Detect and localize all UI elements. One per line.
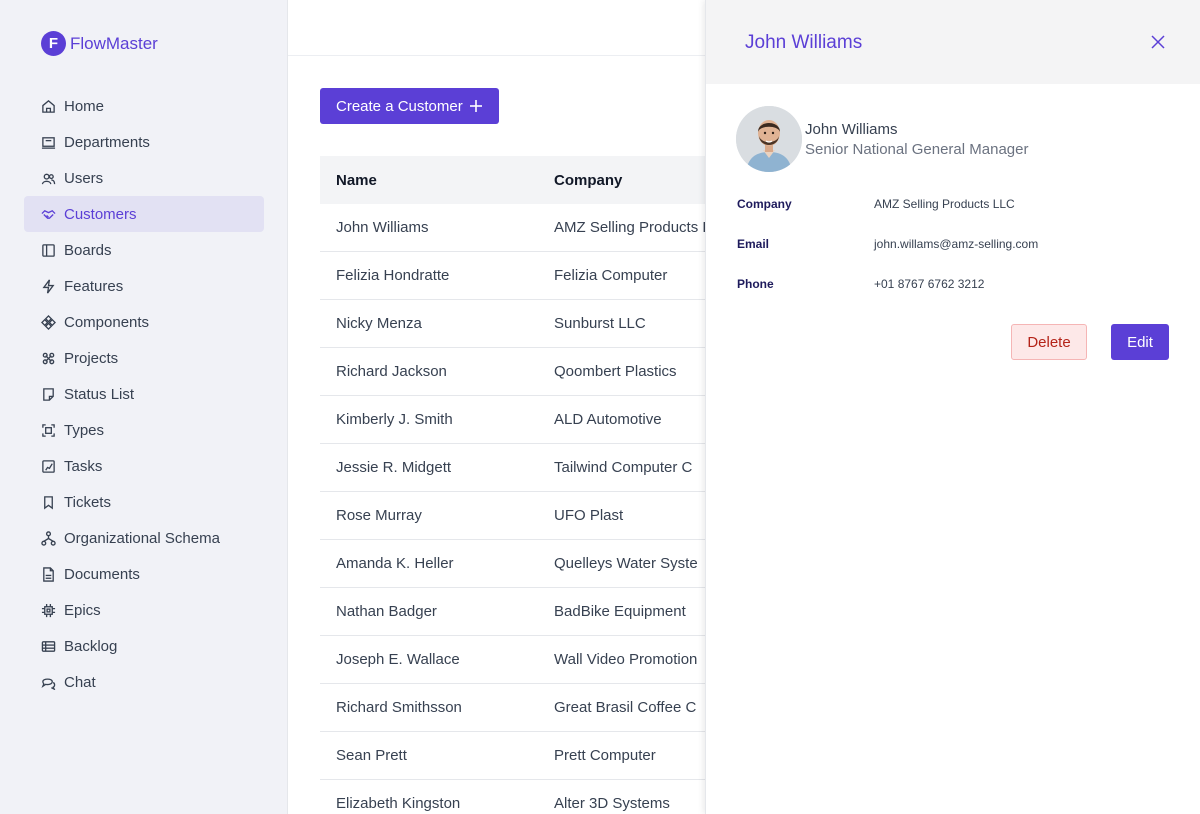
sidebar-item-organizational-schema[interactable]: Organizational Schema [24, 520, 264, 556]
backlog-icon [40, 638, 56, 654]
building-icon [40, 134, 56, 150]
sidebar-item-components[interactable]: Components [24, 304, 264, 340]
sidebar-item-label: Users [64, 169, 104, 187]
profile-name: John Williams [805, 121, 898, 138]
sidebar-item-label: Backlog [64, 637, 118, 655]
tasks-icon [40, 458, 56, 474]
email-label: Email [737, 237, 770, 251]
cell-name: Elizabeth Kingston [336, 795, 461, 812]
sidebar-item-label: Tickets [64, 493, 111, 511]
cell-name: Felizia Hondratte [336, 267, 450, 284]
cell-name: Richard Smithsson [336, 699, 462, 716]
projects-icon [40, 350, 56, 366]
sidebar-item-label: Tasks [64, 457, 103, 475]
sidebar-item-label: Epics [64, 601, 101, 619]
sidebar-item-label: Home [64, 97, 105, 115]
drawer-title: John Williams [745, 32, 863, 53]
sidebar-item-label: Boards [64, 241, 112, 259]
bolt-icon [40, 278, 56, 294]
chat-icon [40, 674, 56, 690]
brand-name: FlowMaster [70, 33, 158, 53]
handshake-icon [40, 206, 56, 222]
chip-icon [40, 602, 56, 618]
brand[interactable]: F FlowMaster [41, 31, 158, 56]
components-icon [40, 314, 56, 330]
sidebar-item-label: Departments [64, 133, 150, 151]
cell-name: Sean Prett [336, 747, 407, 764]
sidebar-item-label: Customers [64, 205, 137, 223]
sidebar-item-label: Documents [64, 565, 140, 583]
sidebar-item-status-list[interactable]: Status List [24, 376, 264, 412]
schema-icon [40, 530, 56, 546]
types-icon [40, 422, 56, 438]
avatar [736, 106, 802, 172]
profile-role: Senior National General Manager [805, 141, 1029, 158]
cell-name: Jessie R. Midgett [336, 459, 452, 476]
plus-icon [469, 100, 482, 112]
email-value: john.willams@amz-selling.com [874, 237, 1039, 251]
header-name[interactable]: Name [320, 172, 554, 189]
sidebar-item-home[interactable]: Home [24, 88, 264, 124]
sidebar-item-label: Chat [64, 673, 96, 691]
cell-name: Joseph E. Wallace [336, 651, 460, 668]
cell-name: John Williams [336, 219, 429, 236]
sidebar-item-label: Types [64, 421, 105, 439]
sidebar-item-tasks[interactable]: Tasks [24, 448, 264, 484]
phone-label: Phone [737, 277, 774, 291]
sidebar-item-tickets[interactable]: Tickets [24, 484, 264, 520]
sidebar: F FlowMaster Home Departments Users Custome… [0, 0, 288, 814]
sidebar-item-label: Organizational Schema [64, 529, 220, 547]
cell-name: Rose Murray [336, 507, 422, 524]
sidebar-item-types[interactable]: Types [24, 412, 264, 448]
sidebar-item-boards[interactable]: Boards [24, 232, 264, 268]
sidebar-item-projects[interactable]: Projects [24, 340, 264, 376]
sidebar-item-chat[interactable]: Chat [24, 664, 264, 700]
bookmark-icon [40, 494, 56, 510]
board-icon [40, 242, 56, 258]
phone-value: +01 8767 6762 3212 [874, 277, 985, 291]
users-icon [40, 170, 56, 186]
home-icon [40, 98, 56, 114]
close-icon[interactable] [1150, 34, 1166, 50]
drawer-header: John Williams [706, 0, 1200, 84]
document-icon [40, 566, 56, 582]
cell-name: Nathan Badger [336, 603, 437, 620]
sidebar-item-documents[interactable]: Documents [24, 556, 264, 592]
sidebar-item-label: Status List [64, 385, 135, 403]
customer-detail-drawer: John Williams John Williams Senior Natio… [705, 0, 1200, 814]
sidebar-item-label: Features [64, 277, 124, 295]
cell-name: Richard Jackson [336, 363, 447, 380]
sidebar-item-customers[interactable]: Customers [24, 196, 264, 232]
company-label: Company [737, 197, 792, 211]
sidebar-item-backlog[interactable]: Backlog [24, 628, 264, 664]
edit-button[interactable]: Edit [1111, 324, 1169, 360]
sidebar-item-epics[interactable]: Epics [24, 592, 264, 628]
create-customer-button[interactable]: Create a Customer [320, 88, 499, 124]
create-customer-label: Create a Customer [336, 97, 463, 115]
sidebar-item-features[interactable]: Features [24, 268, 264, 304]
cell-name: Amanda K. Heller [336, 555, 454, 572]
sidebar-item-label: Components [64, 313, 150, 331]
company-value: AMZ Selling Products LLC [874, 197, 1015, 211]
cell-name: Kimberly J. Smith [336, 411, 453, 428]
sidebar-item-users[interactable]: Users [24, 160, 264, 196]
delete-button[interactable]: Delete [1011, 324, 1087, 360]
brand-logo: F [41, 31, 66, 56]
sidebar-item-label: Projects [64, 349, 119, 367]
cell-name: Nicky Menza [336, 315, 422, 332]
status-icon [40, 386, 56, 402]
sidebar-item-departments[interactable]: Departments [24, 124, 264, 160]
sidebar-nav: Home Departments Users Customers Boards Featu… [24, 88, 264, 700]
